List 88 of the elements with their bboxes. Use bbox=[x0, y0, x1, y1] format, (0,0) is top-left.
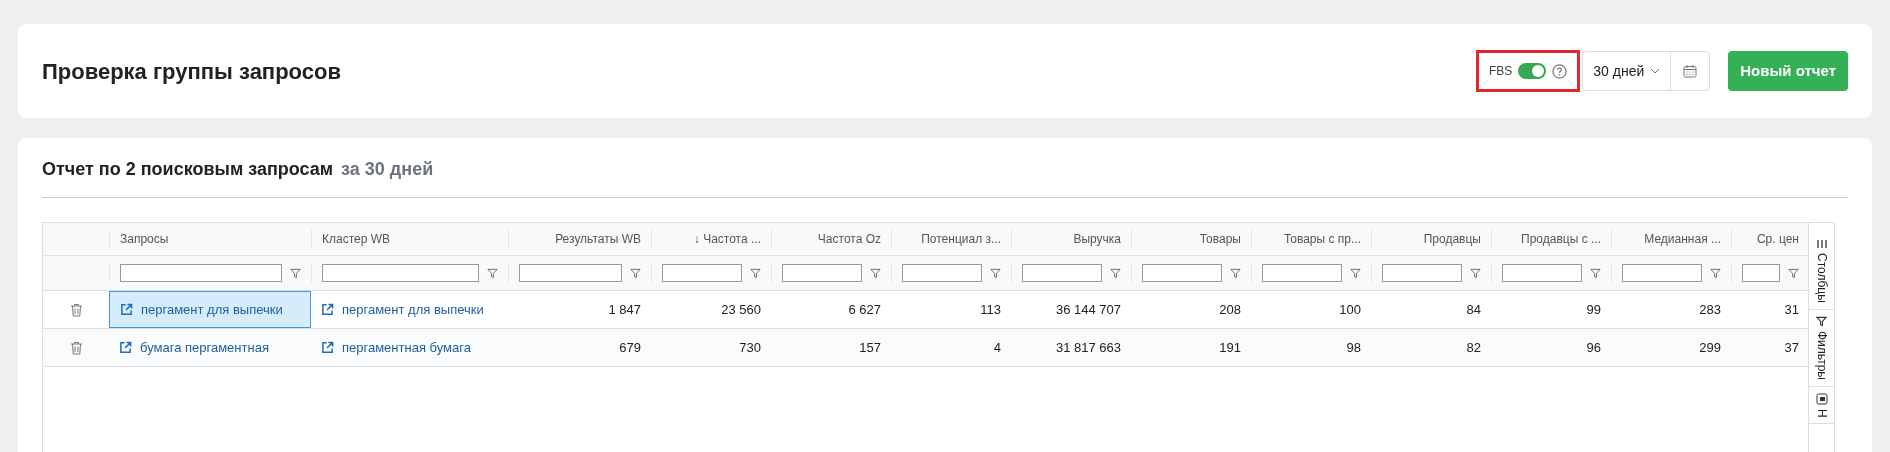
chevron-down-icon bbox=[1650, 68, 1661, 74]
filter-input[interactable] bbox=[1502, 264, 1582, 282]
table-cell-text: 4 bbox=[993, 338, 1001, 357]
column-header[interactable]: Частота Oz bbox=[817, 230, 881, 248]
filter-icon[interactable] bbox=[1710, 267, 1721, 279]
query-cell[interactable]: бумага пергаментная bbox=[109, 329, 311, 366]
filter-input[interactable] bbox=[902, 264, 982, 282]
query-link[interactable]: пергамент для выпечки bbox=[141, 299, 283, 320]
filter-input[interactable] bbox=[1142, 264, 1222, 282]
table-cell-text: 31 817 663 bbox=[1055, 338, 1121, 357]
trash-icon[interactable] bbox=[69, 302, 83, 317]
table-cell-text: 208 bbox=[1219, 300, 1241, 319]
table-cell-text: 157 bbox=[859, 338, 881, 357]
table-cell-text: 1 847 bbox=[608, 300, 641, 319]
table-cell-text: 679 bbox=[619, 338, 641, 357]
period-value: 30 дней bbox=[1593, 61, 1645, 81]
table-cell-text: 191 bbox=[1219, 338, 1241, 357]
columns-icon bbox=[1816, 239, 1827, 249]
fbs-label: FBS bbox=[1488, 63, 1513, 80]
column-header[interactable]: Запросы bbox=[120, 230, 169, 248]
filter-icon[interactable] bbox=[487, 267, 498, 279]
table-cell-text: 6 627 bbox=[848, 300, 881, 319]
column-header[interactable]: Потенциал з... bbox=[921, 230, 1001, 248]
table-cell-text: 36 144 707 bbox=[1055, 300, 1121, 319]
external-link-icon[interactable] bbox=[120, 303, 133, 316]
external-link-icon[interactable] bbox=[119, 341, 132, 354]
filters-side-tab[interactable]: Фильтры bbox=[1809, 309, 1834, 387]
filter-input[interactable] bbox=[1622, 264, 1702, 282]
filter-input[interactable] bbox=[519, 264, 622, 282]
filter-input[interactable] bbox=[322, 264, 479, 282]
table-cell-text: 99 bbox=[1586, 300, 1601, 319]
report-title: Отчет по 2 поисковым запросам bbox=[42, 158, 334, 181]
filter-icon[interactable] bbox=[990, 267, 1001, 279]
external-link-icon[interactable] bbox=[321, 341, 334, 354]
table-icon bbox=[1815, 392, 1828, 405]
table-cell-text: 23 560 bbox=[721, 300, 761, 319]
query-link[interactable]: бумага пергаментная bbox=[140, 337, 269, 358]
column-header[interactable]: ↓ Частота ... bbox=[693, 230, 761, 248]
table-cell-text: 730 bbox=[739, 338, 761, 357]
filter-icon[interactable] bbox=[750, 267, 761, 279]
filter-input[interactable] bbox=[1262, 264, 1342, 282]
filter-icon bbox=[1816, 315, 1827, 327]
cluster-link[interactable]: пергаментная бумага bbox=[342, 337, 471, 358]
trash-icon[interactable] bbox=[69, 340, 83, 355]
table-cell-text: 283 bbox=[1699, 300, 1721, 319]
filter-input[interactable] bbox=[120, 264, 282, 282]
filter-icon[interactable] bbox=[1230, 267, 1241, 279]
external-link-icon[interactable] bbox=[321, 303, 334, 316]
help-icon[interactable] bbox=[1552, 63, 1568, 79]
column-header[interactable]: Выручка bbox=[1073, 230, 1121, 248]
table-cell-text: 299 bbox=[1699, 338, 1721, 357]
filter-input[interactable] bbox=[1742, 264, 1780, 282]
column-header[interactable]: Медианная ... bbox=[1644, 230, 1721, 248]
column-header[interactable]: Ср. цен bbox=[1756, 230, 1799, 248]
filter-icon[interactable] bbox=[1110, 267, 1121, 279]
query-cell[interactable]: пергамент для выпечки bbox=[109, 291, 311, 328]
table-cell-text: 96 bbox=[1586, 338, 1601, 357]
filter-input[interactable] bbox=[1022, 264, 1102, 282]
filter-input[interactable] bbox=[1382, 264, 1462, 282]
cluster-link[interactable]: пергамент для выпечки bbox=[342, 299, 484, 320]
column-header[interactable]: Результаты WB bbox=[555, 230, 641, 248]
table-cell-text: 82 bbox=[1466, 338, 1481, 357]
pivot-side-tab[interactable]: Н bbox=[1809, 386, 1834, 425]
filter-icon[interactable] bbox=[1788, 267, 1799, 279]
filter-icon[interactable] bbox=[1350, 267, 1361, 279]
column-header[interactable]: Товары с пр... bbox=[1283, 230, 1361, 248]
filter-icon[interactable] bbox=[870, 267, 881, 279]
table-cell-text: 37 bbox=[1784, 338, 1799, 357]
column-header[interactable]: Товары bbox=[1199, 230, 1241, 248]
filter-input[interactable] bbox=[782, 264, 862, 282]
column-header[interactable]: Продавцы bbox=[1423, 230, 1481, 248]
report-period: за 30 дней bbox=[341, 158, 434, 181]
filter-icon[interactable] bbox=[1590, 267, 1601, 279]
column-header[interactable]: Кластер WB bbox=[322, 230, 391, 248]
table-cell-text: 113 bbox=[980, 300, 1001, 319]
filter-icon[interactable] bbox=[290, 267, 301, 279]
filter-icon[interactable] bbox=[1470, 267, 1481, 279]
filter-input[interactable] bbox=[662, 264, 742, 282]
table-cell-text: 84 bbox=[1466, 300, 1481, 319]
table-cell-text: 98 bbox=[1346, 338, 1361, 357]
fbs-toggle[interactable] bbox=[1518, 63, 1547, 79]
table-cell-text: 31 bbox=[1784, 300, 1799, 319]
columns-side-tab[interactable]: Столбцы bbox=[1809, 233, 1834, 310]
page-title: Проверка группы запросов bbox=[42, 57, 342, 86]
column-header[interactable]: Продавцы с ... bbox=[1521, 230, 1601, 248]
table-cell-text: 100 bbox=[1339, 300, 1361, 319]
filter-icon[interactable] bbox=[630, 267, 641, 279]
calendar-icon bbox=[1683, 64, 1698, 78]
